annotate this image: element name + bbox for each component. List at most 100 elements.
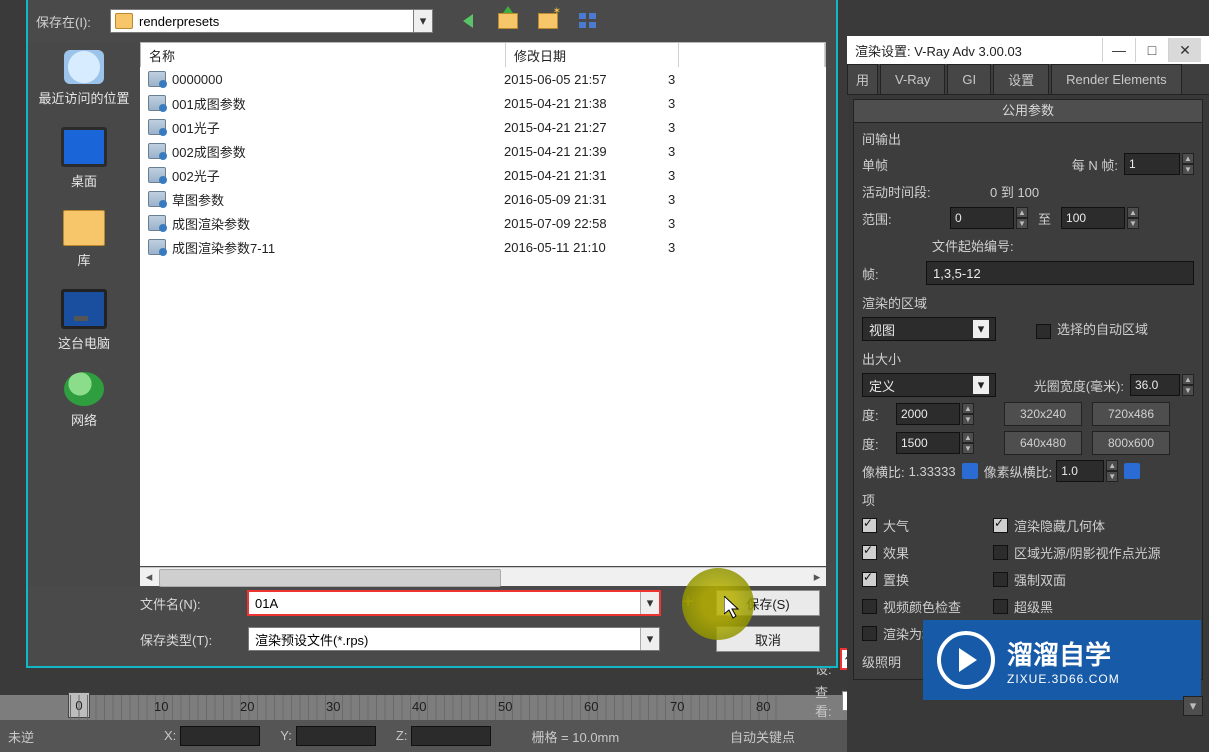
path-dropdown[interactable]: ▾ — [414, 9, 433, 33]
file-date: 2015-04-21 21:39 — [496, 144, 660, 159]
opt-range[interactable]: 范围: — [862, 209, 950, 228]
area-select[interactable]: 视图▾ — [862, 317, 996, 341]
filename-combo[interactable]: ▾ — [248, 591, 660, 615]
par-value[interactable]: 1.0 — [1056, 460, 1104, 482]
size-select[interactable]: 定义▾ — [862, 373, 996, 397]
file-extra: 3 — [660, 96, 826, 111]
filetype-combo[interactable]: ▾ — [248, 627, 660, 651]
up-folder-icon[interactable] — [497, 11, 519, 31]
back-icon[interactable] — [457, 11, 479, 31]
range-from[interactable]: 0 — [950, 207, 1014, 229]
maximize-icon[interactable]: □ — [1135, 38, 1168, 62]
minimize-icon[interactable]: — — [1102, 38, 1135, 62]
coord-x-input[interactable] — [180, 726, 260, 746]
tab-common[interactable]: 用 — [847, 64, 878, 94]
file-extra: 3 — [660, 120, 826, 135]
file-row[interactable]: 001光子2015-04-21 21:273 — [140, 115, 826, 139]
every-n-spinner[interactable]: ▲▼ — [1182, 153, 1194, 175]
place-desktop[interactable]: 桌面 — [28, 119, 140, 202]
file-row[interactable]: 成图渲染参数7-112016-05-11 21:103 — [140, 235, 826, 259]
lock-par-icon[interactable] — [1124, 463, 1140, 479]
col-name[interactable]: 名称 — [141, 43, 506, 67]
coord-y-input[interactable] — [296, 726, 376, 746]
filename-label: 文件名(N): — [140, 594, 240, 613]
file-date: 2015-07-09 22:58 — [496, 216, 660, 231]
chk-superblack[interactable] — [993, 599, 1008, 614]
width-spinner[interactable]: ▲▼ — [962, 403, 974, 425]
size-800x600[interactable]: 800x600 — [1092, 431, 1170, 455]
rps-file-icon — [148, 143, 166, 159]
filename-input[interactable] — [249, 592, 640, 614]
size-720x486[interactable]: 720x486 — [1092, 402, 1170, 426]
file-row[interactable]: 草图参数2016-05-09 21:313 — [140, 187, 826, 211]
chk-hidden-geom[interactable] — [993, 518, 1008, 533]
height-value[interactable]: 1500 — [896, 432, 960, 454]
scroll-left-icon[interactable]: ◂ — [140, 568, 158, 586]
chk-displace[interactable] — [862, 572, 877, 587]
filename-dropdown[interactable]: ▾ — [640, 592, 659, 614]
place-library[interactable]: 库 — [28, 202, 140, 281]
file-row[interactable]: 002成图参数2015-04-21 21:393 — [140, 139, 826, 163]
auto-region-label: 选择的自动区域 — [1057, 322, 1148, 337]
cancel-button[interactable]: 取消 — [716, 626, 820, 652]
opt-single-frame[interactable]: 单帧 — [862, 155, 950, 174]
size-320x240[interactable]: 320x240 — [1004, 402, 1082, 426]
chk-render-field[interactable] — [862, 626, 877, 641]
size-640x480[interactable]: 640x480 — [1004, 431, 1082, 455]
tab-elements[interactable]: Render Elements — [1051, 64, 1181, 94]
autokey-label[interactable]: 自动关键点 — [730, 727, 795, 746]
aperture-spinner[interactable]: ▲▼ — [1182, 374, 1194, 396]
col-rest[interactable] — [679, 43, 825, 67]
file-row[interactable]: 002光子2015-04-21 21:313 — [140, 163, 826, 187]
filetype-label: 保存类型(T): — [140, 630, 240, 649]
range-to-spinner[interactable]: ▲▼ — [1127, 207, 1139, 229]
place-recent[interactable]: 最近访问的位置 — [28, 42, 140, 119]
file-row[interactable]: 00000002015-06-05 21:573 — [140, 67, 826, 91]
scroll-thumb[interactable] — [159, 569, 501, 587]
common-params-header[interactable]: 公用参数 — [854, 100, 1202, 123]
tab-vray[interactable]: V-Ray — [880, 64, 945, 94]
add-icon[interactable]: + — [676, 591, 700, 615]
play-icon — [937, 631, 995, 689]
ruler-tick: 70 — [670, 699, 684, 714]
lock-iar-icon[interactable] — [962, 463, 978, 479]
tab-gi[interactable]: GI — [947, 64, 991, 94]
save-in-path[interactable]: renderpresets — [110, 9, 414, 33]
chk-area-lights[interactable] — [993, 545, 1008, 560]
auto-region-check[interactable] — [1036, 324, 1051, 339]
filetype-dropdown[interactable]: ▾ — [640, 628, 659, 650]
chk-atmosphere[interactable] — [862, 518, 877, 533]
save-button[interactable]: 保存(S) — [716, 590, 820, 616]
opt-active-time[interactable]: 活动时间段: — [862, 182, 950, 201]
place-this-pc[interactable]: 这台电脑 — [28, 281, 140, 364]
file-row[interactable]: 001成图参数2015-04-21 21:383 — [140, 91, 826, 115]
filetype-input[interactable] — [249, 628, 640, 650]
file-date: 2016-05-09 21:31 — [496, 192, 660, 207]
unsaved-indicator: 未逆 — [0, 727, 156, 746]
close-icon[interactable]: ✕ — [1168, 38, 1201, 62]
chk-force-2side[interactable] — [993, 572, 1008, 587]
aperture-value[interactable]: 36.0 — [1130, 374, 1180, 396]
file-row[interactable]: 成图渲染参数2015-07-09 22:583 — [140, 211, 826, 235]
horizontal-scrollbar[interactable]: ◂ ▸ — [140, 567, 826, 586]
view-mode-icon[interactable] — [577, 11, 599, 31]
new-folder-icon[interactable] — [537, 11, 559, 31]
tab-settings[interactable]: 设置 — [993, 64, 1049, 94]
render-panel-title[interactable]: 渲染设置: V-Ray Adv 3.00.03 — □ ✕ — [847, 36, 1209, 64]
place-network[interactable]: 网络 — [28, 364, 140, 441]
file-list-header[interactable]: 名称 修改日期 — [140, 42, 826, 68]
opt-frames[interactable]: 帧: — [862, 264, 912, 283]
range-to[interactable]: 100 — [1061, 207, 1125, 229]
scroll-right-icon[interactable]: ▸ — [808, 568, 826, 586]
height-spinner[interactable]: ▲▼ — [962, 432, 974, 454]
chk-video-color[interactable] — [862, 599, 877, 614]
par-spinner[interactable]: ▲▼ — [1106, 460, 1118, 482]
view-dropdown-icon[interactable]: ▾ — [1183, 696, 1203, 716]
chk-effects[interactable] — [862, 545, 877, 560]
frames-input[interactable]: 1,3,5-12 — [926, 261, 1194, 285]
range-from-spinner[interactable]: ▲▼ — [1016, 207, 1028, 229]
col-date[interactable]: 修改日期 — [506, 43, 679, 67]
coord-z-input[interactable] — [411, 726, 491, 746]
every-n-value[interactable]: 1 — [1124, 153, 1180, 175]
width-value[interactable]: 2000 — [896, 403, 960, 425]
